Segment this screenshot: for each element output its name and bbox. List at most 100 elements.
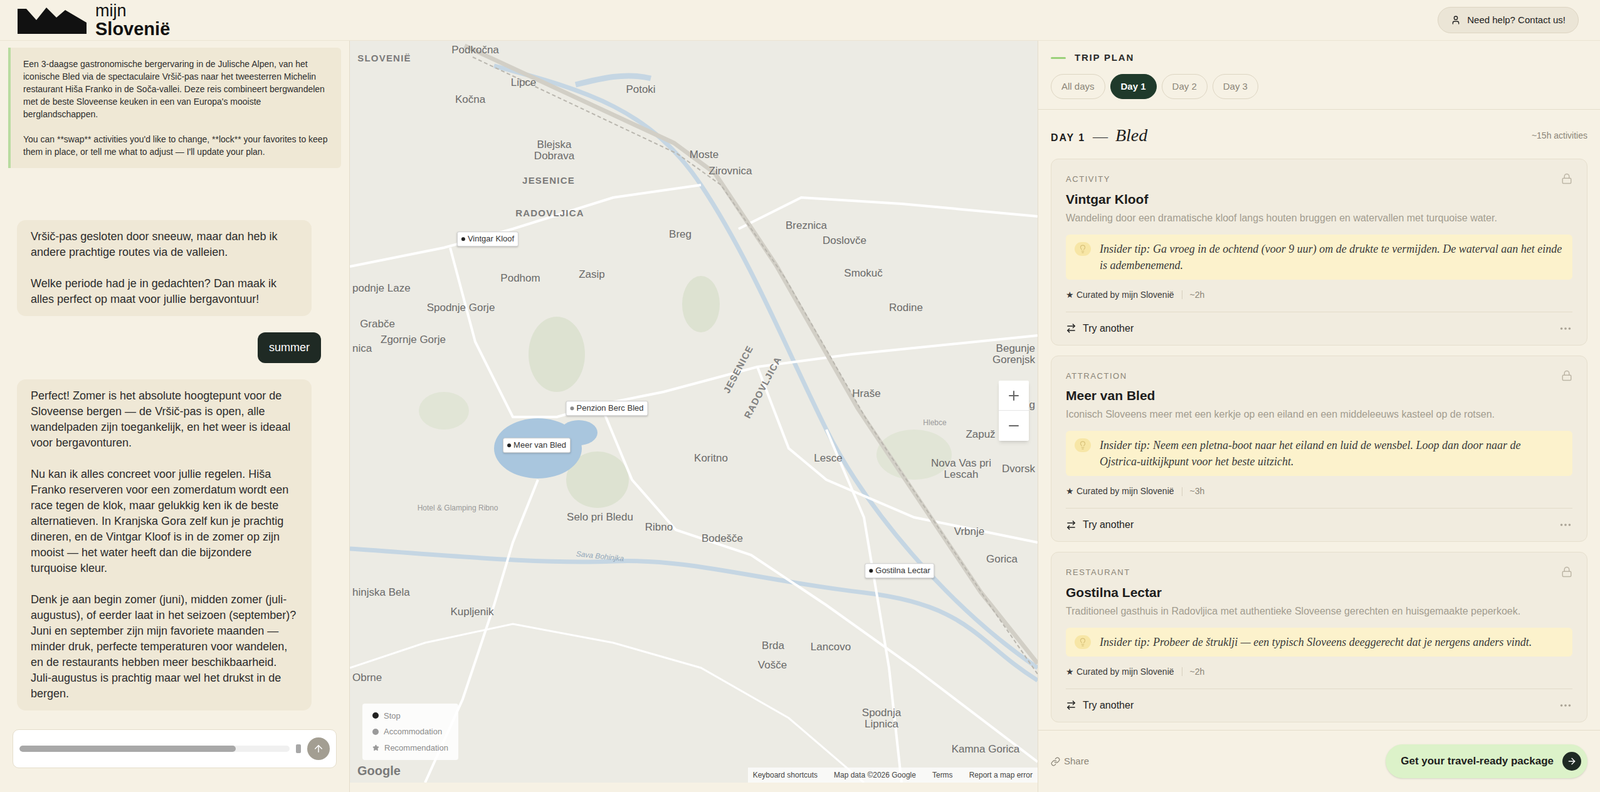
day-tab[interactable]: Day 3 bbox=[1212, 73, 1259, 100]
zoom-controls bbox=[998, 380, 1029, 441]
input-scrollbar-thumb[interactable] bbox=[19, 745, 236, 752]
attribution-link[interactable]: Report a map error bbox=[969, 769, 1033, 781]
map-place-label: Zasip bbox=[578, 266, 606, 283]
more-icon[interactable] bbox=[1558, 698, 1573, 713]
insider-tip: Insider tip: Probeer de štruklji — een t… bbox=[1065, 627, 1573, 657]
try-another-button[interactable]: Try another bbox=[1065, 517, 1134, 533]
lock-icon[interactable] bbox=[1561, 566, 1573, 578]
card-meta: ★ Curated by mijn Slovenië~2h bbox=[1065, 665, 1573, 679]
day-tab[interactable]: All days bbox=[1050, 73, 1106, 100]
tip-bulb bbox=[1074, 438, 1091, 453]
help-button[interactable]: Need help? Contact us! bbox=[1437, 6, 1579, 34]
top-bar: mijnSlovenië Need help? Contact us! bbox=[0, 0, 1600, 41]
map-place-label: Doslovče bbox=[822, 232, 867, 249]
tip-bulb bbox=[1074, 635, 1091, 649]
pin-dot bbox=[570, 406, 575, 411]
attribution-link[interactable]: Map data ©2026 Google bbox=[833, 769, 916, 781]
meta-divider bbox=[1181, 667, 1183, 676]
try-another-button[interactable]: Try another bbox=[1065, 697, 1134, 713]
zoom-in-button[interactable] bbox=[998, 380, 1029, 411]
day-duration: ~15h activities bbox=[1531, 129, 1588, 143]
logo[interactable]: mijnSlovenië bbox=[17, 1, 170, 39]
trip-card[interactable]: RESTAURANTGostilna LectarTraditioneel ga… bbox=[1050, 551, 1588, 723]
map-place-label: Brda bbox=[761, 637, 785, 654]
map-pin[interactable]: Vintgar Kloof bbox=[457, 231, 519, 247]
map-pin[interactable]: Gostilna Lectar bbox=[864, 563, 935, 579]
map-place-label: Nova Vas pri Lescah bbox=[929, 457, 993, 481]
map-place-label: Dvorsk bbox=[1001, 460, 1036, 478]
send-button[interactable] bbox=[307, 737, 330, 760]
trip-plan-panel: TRIP PLANAll daysDay 1Day 2Day 3DAY 1—Bl… bbox=[1037, 40, 1600, 792]
map-place-label: Bodešče bbox=[701, 530, 743, 547]
lock-icon[interactable] bbox=[1561, 173, 1573, 185]
map-place-label: Kočna bbox=[455, 91, 486, 108]
map-place-label: Spodnje Gorje bbox=[426, 299, 496, 316]
card-duration: ~3h bbox=[1189, 484, 1206, 498]
plus-icon bbox=[1006, 388, 1022, 404]
trip-card[interactable]: ATTRACTIONMeer van BledIconisch Sloveens… bbox=[1050, 355, 1588, 543]
map-place-label: Lesce bbox=[813, 450, 843, 467]
trip-plan-title: TRIP PLAN bbox=[1074, 50, 1135, 66]
zoom-out-button[interactable] bbox=[998, 410, 1029, 441]
card-meta: ★ Curated by mijn Slovenië~2h bbox=[1065, 288, 1573, 302]
map-place-label: Hotel & Glamping Ribno bbox=[417, 502, 499, 514]
pin-dot bbox=[507, 443, 511, 448]
legend-item: Accommodation bbox=[372, 725, 449, 738]
lightbulb-icon bbox=[1078, 637, 1088, 647]
card-description: Traditioneel gasthuis in Radovljica met … bbox=[1065, 603, 1573, 619]
attribution-link[interactable]: Terms bbox=[932, 769, 953, 781]
arrow-right-icon bbox=[1566, 756, 1577, 767]
map-place-label: Obrne bbox=[352, 669, 382, 686]
map-place-label: RADOVLJICA bbox=[515, 206, 585, 221]
chat-input[interactable] bbox=[12, 729, 337, 769]
map[interactable]: SLOVENIËPodkočnaLipcePotokiKočnaMosteZir… bbox=[349, 40, 1038, 783]
swap-icon bbox=[1065, 322, 1077, 334]
assistant-message: Vršič-pas gesloten door sneeuw, maar dan… bbox=[16, 220, 312, 316]
curated-badge: ★ Curated by mijn Slovenië bbox=[1065, 288, 1175, 302]
card-duration: ~2h bbox=[1189, 665, 1206, 679]
star-icon bbox=[372, 744, 380, 752]
map-place-label: Blejska Dobrava bbox=[526, 139, 583, 162]
map-place-label: Breg bbox=[668, 226, 692, 243]
map-place-label: hinjska Bela bbox=[352, 584, 411, 601]
try-another-button[interactable]: Try another bbox=[1065, 321, 1134, 337]
curated-badge: ★ Curated by mijn Slovenië bbox=[1065, 484, 1175, 498]
day-tab[interactable]: Day 1 bbox=[1110, 73, 1157, 100]
map-place-label: podnje Laze bbox=[352, 280, 411, 297]
map-place-label: Podhom bbox=[500, 270, 540, 287]
map-place-label: Grabče bbox=[359, 315, 395, 333]
intro-paragraph: Een 3-daagse gastronomische bergervaring… bbox=[23, 57, 329, 121]
map-place-label: nica bbox=[352, 340, 372, 357]
card-title: Vintgar Kloof bbox=[1065, 190, 1573, 209]
card-description: Iconisch Sloveens meer met een kerkje op… bbox=[1065, 406, 1573, 422]
intro-box: Een 3-daagse gastronomische bergervaring… bbox=[8, 47, 342, 169]
assistant-message: Perfect! Zomer is het absolute hoogtepun… bbox=[16, 379, 312, 711]
share-button[interactable]: Share bbox=[1050, 754, 1090, 769]
map-legend: StopAccommodationRecommendation bbox=[362, 703, 459, 761]
card-category: ATTRACTION bbox=[1065, 369, 1128, 383]
map-place-label: Smokuč bbox=[843, 265, 883, 282]
google-logo: Google bbox=[357, 761, 401, 780]
more-icon[interactable] bbox=[1558, 517, 1573, 532]
attribution-link[interactable]: Keyboard shortcuts bbox=[752, 769, 818, 781]
map-place-label: Potoki bbox=[625, 81, 656, 98]
map-pin[interactable]: Meer van Bled bbox=[502, 437, 571, 453]
day-tab[interactable]: Day 2 bbox=[1161, 73, 1208, 100]
pin-dot bbox=[868, 568, 873, 573]
lightbulb-icon bbox=[1078, 440, 1088, 450]
scrollbar-end bbox=[295, 744, 301, 753]
chat-panel: Een 3-daagse gastronomische bergervaring… bbox=[0, 40, 350, 792]
map-pin[interactable]: Penzion Berc Bled bbox=[566, 400, 649, 416]
map-place-label: Spodnja Lipnica bbox=[853, 707, 910, 730]
travel-package-button[interactable]: Get your travel-ready package bbox=[1385, 744, 1588, 779]
input-scrollbar[interactable] bbox=[19, 744, 301, 753]
more-icon[interactable] bbox=[1558, 321, 1573, 336]
map-place-label: Rodine bbox=[889, 299, 923, 316]
card-list: ACTIVITYVintgar KloofWandeling door een … bbox=[1038, 148, 1600, 730]
map-place-label: Begunje Gorenjsk bbox=[984, 342, 1036, 366]
card-meta: ★ Curated by mijn Slovenië ~3h bbox=[1065, 484, 1573, 498]
trip-card[interactable]: ACTIVITYVintgar KloofWandeling door een … bbox=[1050, 158, 1588, 346]
lock-icon[interactable] bbox=[1561, 369, 1573, 382]
map-place-label: JESENICE bbox=[522, 173, 575, 189]
meta-divider bbox=[1181, 290, 1183, 300]
